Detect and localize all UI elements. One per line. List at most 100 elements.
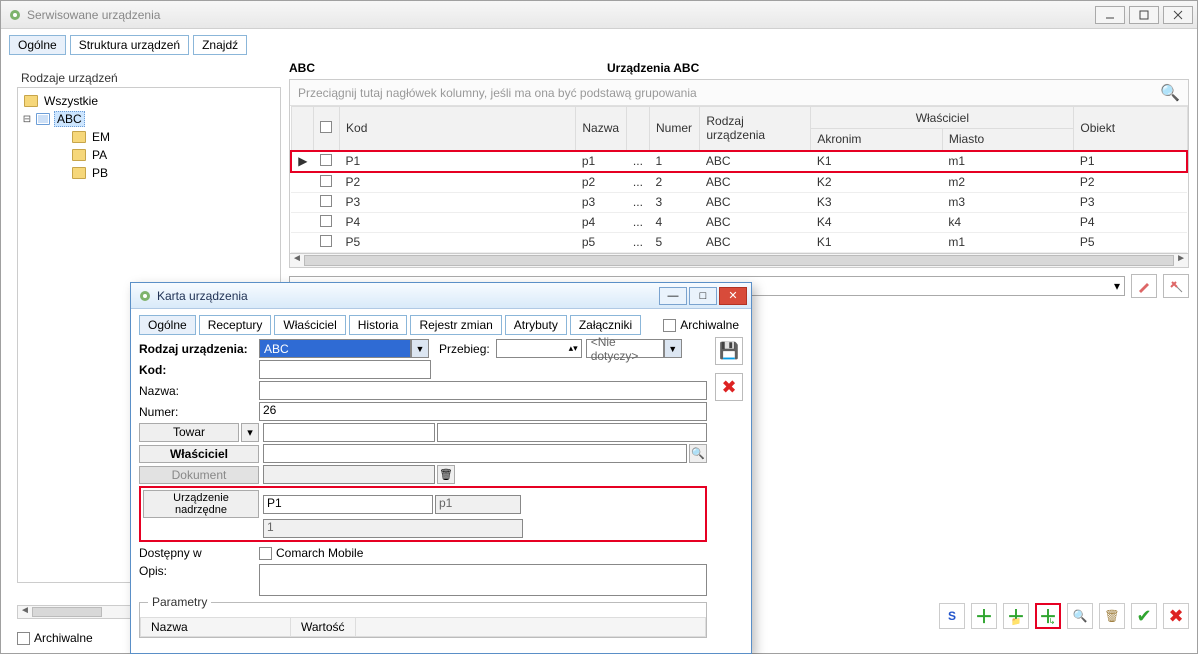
main-minimize-button[interactable] [1095, 6, 1125, 24]
towar-button[interactable]: Towar [139, 423, 239, 442]
floppy-icon: 💾 [719, 341, 739, 361]
wlasciciel-button[interactable]: Właściciel [139, 445, 259, 463]
col-owner[interactable]: Właściciel [811, 107, 1074, 129]
dialog-title: Karta urządzenia [157, 289, 248, 303]
dialog-save-button[interactable]: 💾 [715, 337, 743, 365]
table-row[interactable]: P5p5...5ABCK1m1P5 [291, 232, 1187, 252]
main-titlebar[interactable]: Serwisowane urządzenia [1, 1, 1197, 29]
col-rodzaj[interactable]: Rodzaj urządzenia [700, 107, 811, 151]
row-checkbox[interactable] [320, 195, 332, 207]
nadrzedne-code-field[interactable]: P1 [263, 495, 433, 514]
table-row[interactable]: ▶P1p1...1ABCK1m1P1 [291, 151, 1187, 172]
devices-grid[interactable]: Przeciągnij tutaj nagłówek kolumny, jeśl… [289, 79, 1189, 254]
row-checkbox[interactable] [320, 235, 332, 247]
label-numer: Numer: [139, 405, 259, 419]
tree-node-pa[interactable]: PA [22, 146, 276, 164]
towar-code-field[interactable] [263, 423, 435, 442]
col-akronim[interactable]: Akronim [811, 129, 943, 151]
comarch-checkbox[interactable] [259, 547, 272, 560]
dlg-tab-ogolne[interactable]: Ogólne [139, 315, 196, 335]
dialog-cancel-button[interactable]: ✖ [715, 373, 743, 401]
toolbar-add-folder-button[interactable]: ＋📁 [1003, 603, 1029, 629]
x-icon: ✖ [721, 377, 736, 398]
col-numer[interactable]: Numer [650, 107, 700, 151]
table-row[interactable]: P4p4...4ABCK4k4P4 [291, 212, 1187, 232]
col-obiekt[interactable]: Obiekt [1074, 107, 1187, 151]
col-nazwa[interactable]: Nazwa [576, 107, 627, 151]
rodzaj-combobox[interactable]: ABC ▼ [259, 339, 429, 358]
dlg-tab-historia[interactable]: Historia [349, 315, 408, 335]
tree-root[interactable]: Wszystkie [22, 92, 276, 110]
archiwalne-checkbox[interactable]: Archiwalne [17, 631, 93, 645]
chevron-down-icon[interactable]: ▼ [664, 339, 682, 358]
opis-textarea[interactable] [259, 564, 707, 596]
table-row[interactable]: P3p3...3ABCK3m3P3 [291, 192, 1187, 212]
toolbar-add-button[interactable]: ＋ [971, 603, 997, 629]
select-all-checkbox[interactable] [320, 121, 332, 133]
przebieg-unit-combobox[interactable]: <Nie dotyczy> ▼ [586, 339, 682, 358]
search-icon[interactable]: 🔍 [1160, 83, 1180, 103]
toolbar-search-button[interactable]: 🔍 [1067, 603, 1093, 629]
dokument-button[interactable]: Dokument [139, 466, 259, 484]
table-row[interactable]: P2p2...2ABCK2m2P2 [291, 172, 1187, 193]
toolbar-ok-button[interactable]: ✔ [1131, 603, 1157, 629]
main-tabs: Ogólne Struktura urządzeń Znajdź [1, 29, 1197, 61]
parametry-box: Parametry Nazwa Wartość [139, 602, 707, 638]
dialog-archiwalne-checkbox[interactable]: Archiwalne [663, 318, 739, 332]
nadrzedne-button[interactable]: Urządzenie nadrzędne [143, 490, 259, 518]
row-checkbox[interactable] [320, 215, 332, 227]
app-gear-icon [137, 288, 153, 304]
chevron-down-icon[interactable]: ▼ [411, 339, 429, 358]
row-checkbox[interactable] [320, 154, 332, 166]
dialog-minimize-button[interactable]: — [659, 287, 687, 305]
tab-ogolne[interactable]: Ogólne [9, 35, 66, 55]
groupby-bar[interactable]: Przeciągnij tutaj nagłówek kolumny, jeśl… [290, 80, 1188, 106]
tree-node-abc[interactable]: ⊟ ABC [22, 110, 276, 128]
filter-edit-button[interactable] [1131, 274, 1157, 298]
check-icon: ✔ [1136, 606, 1151, 627]
toolbar-cancel-button[interactable]: ✖ [1163, 603, 1189, 629]
label-rodzaj: Rodzaj urządzenia: [139, 342, 259, 356]
dlg-tab-zalaczniki[interactable]: Załączniki [570, 315, 641, 335]
tree-node-pb[interactable]: PB [22, 164, 276, 182]
chevron-down-icon: ▾ [1114, 279, 1120, 293]
main-maximize-button[interactable] [1129, 6, 1159, 24]
numer-field[interactable]: 26 [259, 402, 707, 421]
col-kod[interactable]: Kod [340, 107, 576, 151]
label-opis: Opis: [139, 564, 259, 578]
main-close-button[interactable] [1163, 6, 1193, 24]
label-przebieg: Przebieg: [439, 342, 496, 356]
row-checkbox[interactable] [320, 175, 332, 187]
nazwa-field[interactable] [259, 381, 707, 400]
dialog-maximize-button[interactable]: □ [689, 287, 717, 305]
towar-name-field[interactable] [437, 423, 707, 442]
kod-field[interactable] [259, 360, 431, 379]
wlasciciel-field[interactable] [263, 444, 687, 463]
col-miasto[interactable]: Miasto [942, 129, 1074, 151]
toolbar-delete-button[interactable]: 🗑 [1099, 603, 1125, 629]
dlg-tab-wlasciciel[interactable]: Właściciel [274, 315, 345, 335]
tab-znajdz[interactable]: Znajdź [193, 35, 247, 55]
dialog-titlebar[interactable]: Karta urządzenia — □ ✕ [131, 283, 751, 309]
grid-hscroll[interactable] [289, 254, 1189, 268]
dlg-tab-rejestr[interactable]: Rejestr zmian [410, 315, 501, 335]
tab-struktura[interactable]: Struktura urządzeń [70, 35, 189, 55]
main-title: Serwisowane urządzenia [27, 8, 160, 22]
collapse-icon[interactable]: ⊟ [22, 114, 32, 125]
dokument-delete-button[interactable]: 🗑 [437, 465, 455, 484]
toolbar-s-button[interactable]: S [939, 603, 965, 629]
param-col-wartosc[interactable]: Wartość [291, 618, 356, 636]
filter-clear-button[interactable] [1163, 274, 1189, 298]
toolbar-add-copy-button[interactable]: ＋↳ [1035, 603, 1061, 629]
label-nazwa: Nazwa: [139, 384, 259, 398]
heading-code: ABC [289, 61, 335, 75]
wlasciciel-lookup-button[interactable]: 🔍 [689, 444, 707, 463]
przebieg-spinner[interactable]: ▴▾ [496, 339, 582, 358]
magnifier-icon: 🔍 [1073, 609, 1088, 623]
towar-dropdown-button[interactable]: ▾ [241, 423, 259, 442]
dlg-tab-receptury[interactable]: Receptury [199, 315, 272, 335]
dlg-tab-atrybuty[interactable]: Atrybuty [505, 315, 567, 335]
param-col-nazwa[interactable]: Nazwa [141, 618, 291, 636]
tree-node-em[interactable]: EM [22, 128, 276, 146]
dialog-close-button[interactable]: ✕ [719, 287, 747, 305]
